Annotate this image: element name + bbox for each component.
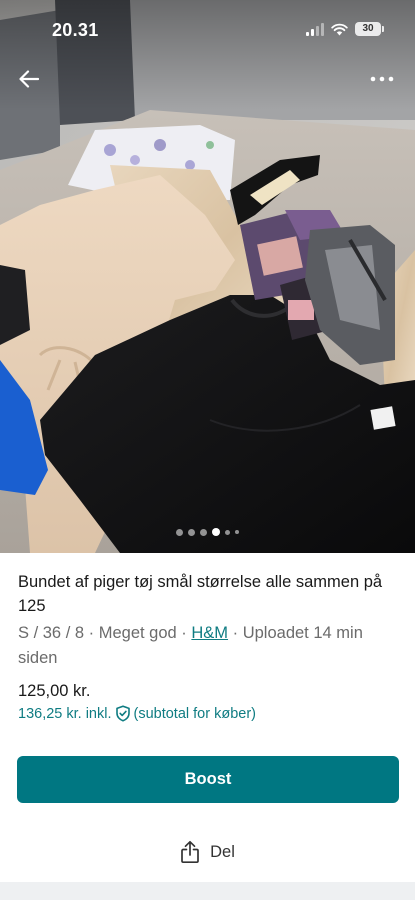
more-options-button[interactable] xyxy=(367,66,397,92)
pager-dot[interactable] xyxy=(176,528,183,536)
item-details: Bundet af piger tøj smål størrelse alle … xyxy=(18,570,398,671)
item-condition: Meget god xyxy=(98,624,177,642)
incl-note: (subtotal for køber) xyxy=(133,705,257,722)
item-photo xyxy=(0,0,415,553)
bottom-divider xyxy=(0,882,415,900)
item-title: Bundet af piger tøj smål størrelse alle … xyxy=(18,573,383,615)
share-icon xyxy=(181,840,199,864)
incl-price: 136,25 kr. inkl. xyxy=(18,705,112,722)
pager-dot-active[interactable] xyxy=(212,528,220,536)
brand-link[interactable]: H&M xyxy=(191,624,228,642)
meta-separator: · xyxy=(176,624,192,642)
share-label: Del xyxy=(210,842,235,861)
status-icons: 30 xyxy=(306,22,384,36)
pager-dot[interactable] xyxy=(188,528,195,536)
pager-dot[interactable] xyxy=(200,528,207,536)
meta-separator: · xyxy=(228,624,243,642)
pager-dot[interactable] xyxy=(225,529,230,535)
item-price: 125,00 kr. xyxy=(18,682,91,700)
wifi-icon xyxy=(331,23,348,35)
back-button[interactable] xyxy=(14,64,44,94)
item-detail-screen: 20.31 30 Bundet af piger tøj smål større… xyxy=(0,0,415,900)
meta-separator: · xyxy=(84,624,99,642)
more-horizontal-icon xyxy=(370,76,394,82)
signal-icon xyxy=(306,22,324,36)
share-button[interactable]: Del xyxy=(0,836,415,868)
boost-button[interactable]: Boost xyxy=(17,756,399,803)
status-time: 20.31 xyxy=(52,20,99,40)
status-bar: 20.31 30 xyxy=(0,0,415,56)
shield-check-icon xyxy=(115,705,131,722)
item-meta: S / 36 / 8 · Meget god · H&M · Uploadet … xyxy=(18,621,398,671)
gallery-pager xyxy=(0,528,415,536)
arrow-left-icon xyxy=(19,70,39,88)
battery-icon: 30 xyxy=(355,22,384,36)
price-incl-buyer-protection[interactable]: 136,25 kr. inkl. (subtotal for køber) xyxy=(18,705,256,722)
item-size: S / 36 / 8 xyxy=(18,624,85,642)
pager-dot[interactable] xyxy=(235,530,239,534)
item-photo-gallery[interactable]: 20.31 30 xyxy=(0,0,415,553)
